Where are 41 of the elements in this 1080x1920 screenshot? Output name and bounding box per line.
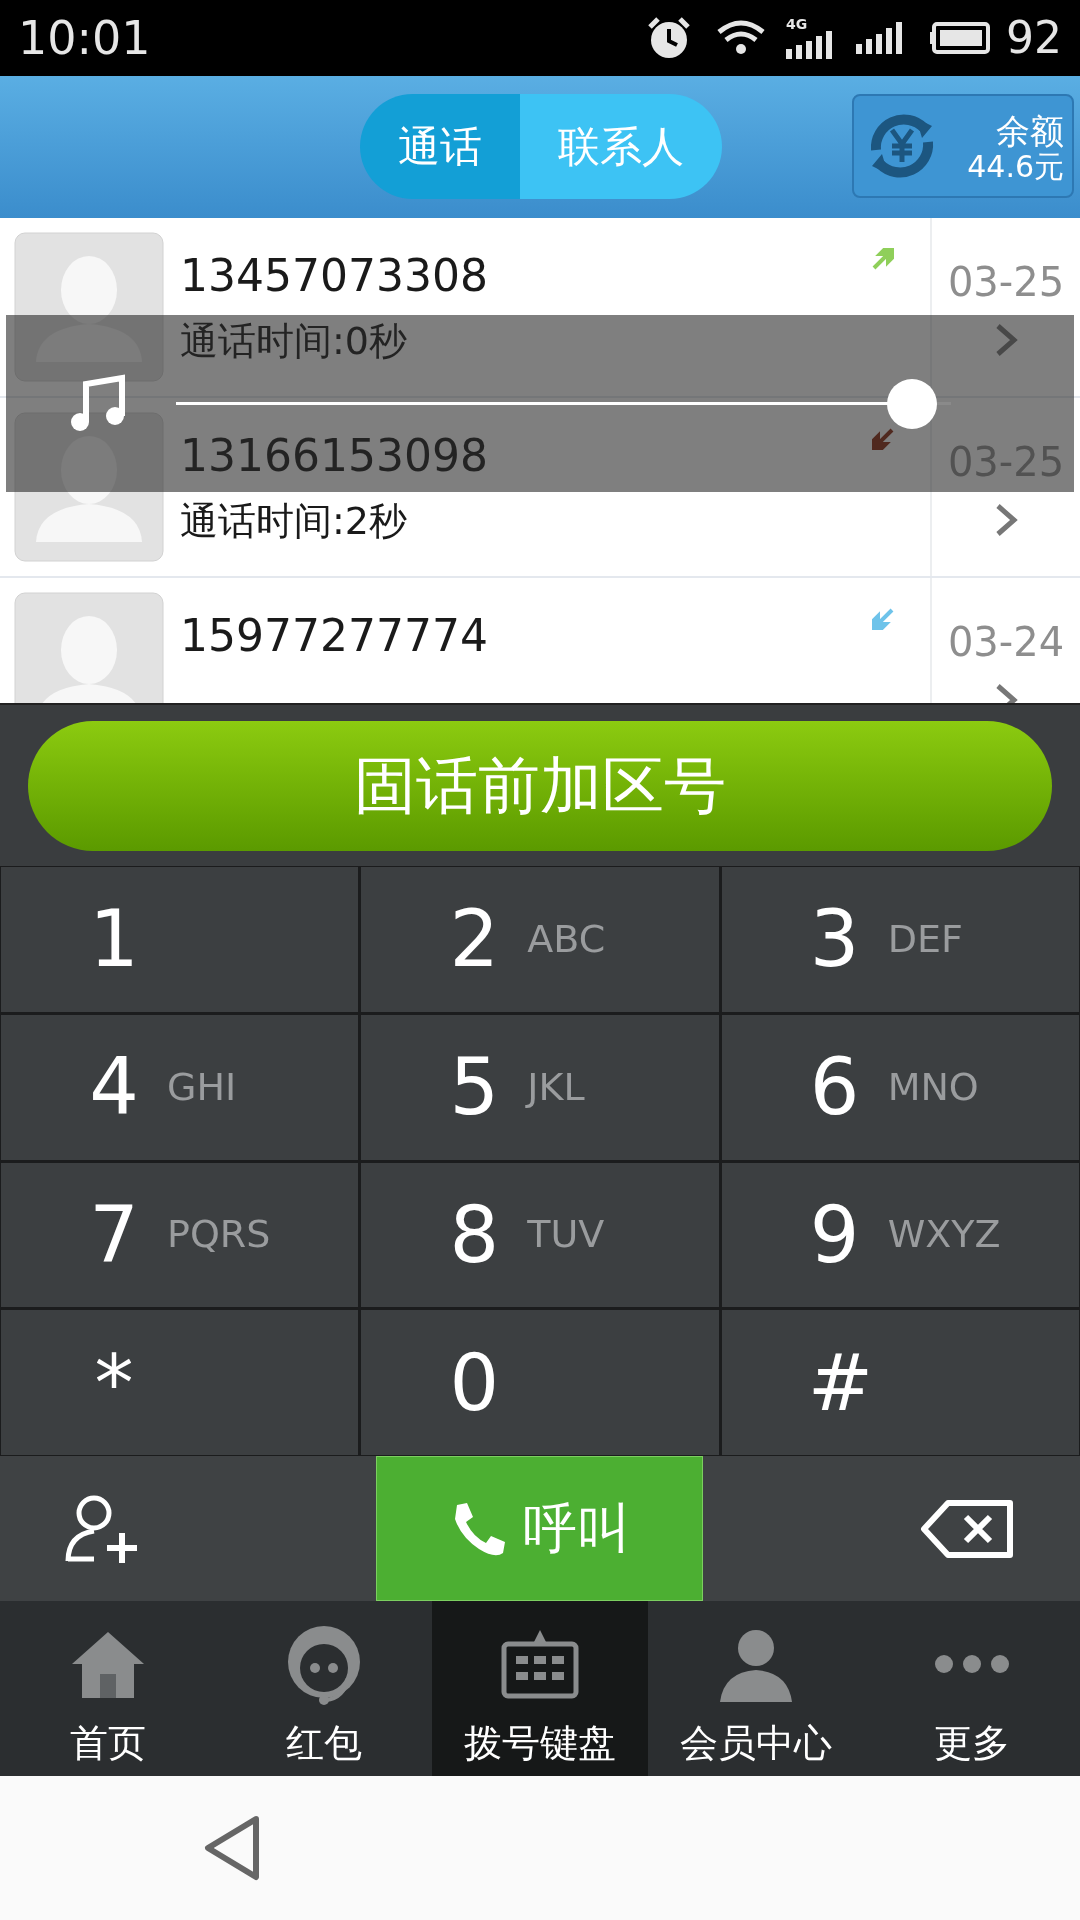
dial-key[interactable]: 3 DEF [721,867,1079,1012]
up-right-arrow-icon [870,246,896,272]
down-left-arrow-icon [870,426,896,452]
balance-label: 余额 [996,109,1064,153]
more-icon [934,1654,1010,1674]
avatar-placeholder-icon [14,232,164,382]
dial-key[interactable]: 0 [361,1310,719,1455]
music-note-icon [68,373,128,434]
dial-key[interactable]: 9 WXYZ [721,1162,1079,1308]
call-date: 03-24 [947,622,1065,662]
dialpad-icon [500,1628,580,1700]
phone-number: 13457073308 [180,254,489,298]
chevron-right-icon [994,322,1018,358]
dial-key[interactable]: * [1,1310,359,1455]
dial-key[interactable]: 5 JKL [361,1014,719,1160]
volume-slider[interactable] [176,378,951,429]
clock-time: 10:01 [18,9,151,67]
network-type-label: 4G [786,17,808,31]
dial-key[interactable]: 1 [1,867,359,1012]
dial-key[interactable]: # [721,1310,1079,1455]
dial-key[interactable]: 7 PQRS [1,1162,359,1308]
dial-key[interactable]: 2 ABC [361,867,719,1012]
back-icon[interactable] [204,1815,260,1881]
battery-icon [930,22,990,54]
call-duration: 通话时间:0秒 [180,322,408,360]
nav-tab[interactable]: 拨号键盘 [432,1601,648,1776]
dial-key[interactable]: 6 MNO [721,1014,1079,1160]
call-log-row[interactable]: 13457073308 通话时间:0秒 03-25 [0,218,1080,398]
phone-number: 13166153098 [180,434,489,478]
dial-key[interactable]: 8 TUV [361,1162,719,1308]
call-date: 03-25 [947,262,1065,302]
avatar-placeholder-icon [14,412,164,562]
down-left-arrow-icon [870,606,896,632]
phone-number: 15977277774 [180,614,489,658]
call-duration: 通话时间:2秒 [180,502,408,540]
backspace-icon[interactable] [920,1498,1016,1559]
chevron-right-icon [994,502,1018,538]
balance-amount: 44.6元 [967,152,1064,183]
dial-key[interactable]: 4 GHI [1,1014,359,1160]
alarm-clock-icon [646,15,692,61]
battery-percentage: 92 [1006,11,1062,65]
